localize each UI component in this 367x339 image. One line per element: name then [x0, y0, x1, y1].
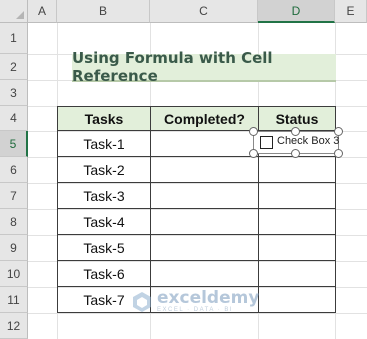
- row-header-4[interactable]: 4: [0, 106, 28, 131]
- task-cell[interactable]: Task-5: [57, 234, 151, 261]
- task-cell[interactable]: Task-1: [57, 130, 151, 157]
- completed-cell[interactable]: [150, 156, 259, 183]
- row-header-10[interactable]: 10: [0, 261, 28, 287]
- table-row: Task-4: [57, 208, 336, 235]
- resize-handle-bottom[interactable]: [291, 149, 300, 158]
- completed-cell[interactable]: [150, 234, 259, 261]
- watermark-name: exceldemy: [157, 288, 260, 308]
- status-cell[interactable]: [258, 260, 336, 287]
- status-cell[interactable]: [258, 156, 336, 183]
- resize-handle-top-right[interactable]: [334, 127, 343, 136]
- row-header-7[interactable]: 7: [0, 183, 28, 209]
- row-header-11[interactable]: 11: [0, 287, 28, 313]
- column-header-d[interactable]: D: [258, 0, 335, 23]
- row-header-5[interactable]: 5: [0, 131, 28, 157]
- row-header-9[interactable]: 9: [0, 235, 28, 261]
- status-cell[interactable]: [258, 208, 336, 235]
- table-row: Task-5: [57, 234, 336, 261]
- resize-handle-top[interactable]: [291, 127, 300, 136]
- status-cell[interactable]: [258, 234, 336, 261]
- header-completed[interactable]: Completed?: [150, 106, 259, 131]
- table-row: Task-6: [57, 260, 336, 287]
- exceldemy-logo-icon: [133, 291, 151, 312]
- table-row: Task-3: [57, 182, 336, 209]
- checkbox-label: Check Box 3: [277, 135, 340, 147]
- row-header-8[interactable]: 8: [0, 209, 28, 235]
- checkbox-square[interactable]: [260, 136, 273, 149]
- column-header-e[interactable]: E: [335, 0, 367, 23]
- header-tasks[interactable]: Tasks: [57, 106, 151, 131]
- sheet-title[interactable]: Using Formula with Cell Reference: [72, 49, 336, 85]
- column-header-a[interactable]: A: [28, 0, 57, 23]
- column-header-c[interactable]: C: [150, 0, 258, 23]
- task-cell[interactable]: Task-4: [57, 208, 151, 235]
- task-cell[interactable]: Task-2: [57, 156, 151, 183]
- row-header-12[interactable]: 12: [0, 313, 28, 339]
- exceldemy-watermark: exceldemy EXCEL · DATA · BI: [131, 290, 259, 313]
- row-header-3[interactable]: 3: [0, 80, 28, 106]
- resize-handle-bottom-left[interactable]: [249, 149, 258, 158]
- row-header-6[interactable]: 6: [0, 157, 28, 183]
- completed-cell[interactable]: [150, 182, 259, 209]
- status-cell[interactable]: [258, 182, 336, 209]
- select-all-corner[interactable]: [0, 0, 28, 23]
- resize-handle-bottom-right[interactable]: [334, 149, 343, 158]
- task-cell[interactable]: Task-6: [57, 260, 151, 287]
- status-cell[interactable]: [258, 286, 336, 313]
- completed-cell[interactable]: [150, 260, 259, 287]
- gridline: [28, 313, 367, 314]
- task-cell[interactable]: Task-3: [57, 182, 151, 209]
- completed-cell[interactable]: [150, 130, 259, 157]
- column-header-b[interactable]: B: [57, 0, 150, 23]
- table-row: Task-2: [57, 156, 336, 183]
- resize-handle-top-left[interactable]: [249, 127, 258, 136]
- row-header-1[interactable]: 1: [0, 23, 28, 54]
- row-header-2[interactable]: 2: [0, 54, 28, 80]
- completed-cell[interactable]: [150, 208, 259, 235]
